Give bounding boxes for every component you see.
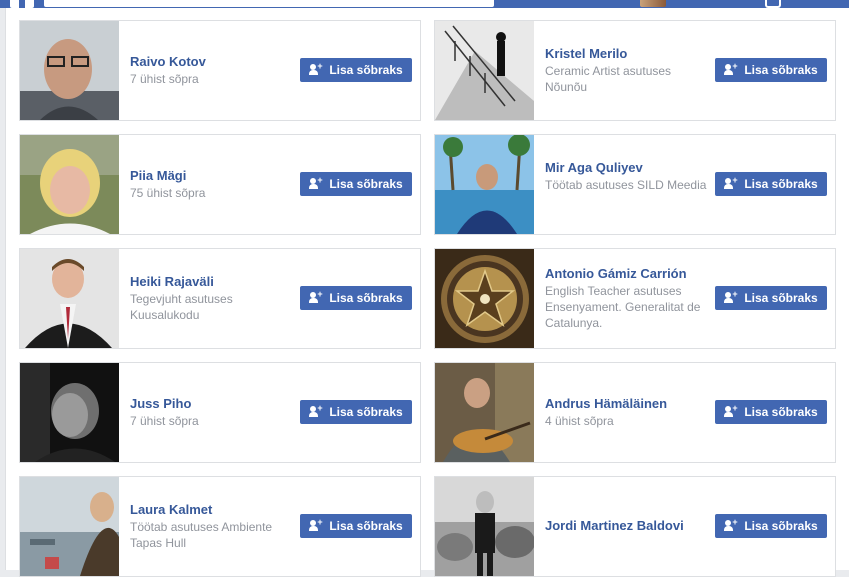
notifications-icon[interactable] bbox=[765, 0, 781, 8]
add-friend-icon: + bbox=[724, 62, 738, 76]
profile-photo[interactable] bbox=[20, 21, 119, 120]
add-friend-icon: + bbox=[309, 518, 323, 532]
add-friend-icon: + bbox=[724, 518, 738, 532]
add-friend-icon: + bbox=[309, 62, 323, 76]
person-card: Heiki Rajaväli Tegevjuht asutuses Kuusal… bbox=[19, 248, 421, 349]
add-friend-button[interactable]: + Lisa sõbraks bbox=[300, 514, 412, 538]
add-friend-button[interactable]: + Lisa sõbraks bbox=[715, 286, 827, 310]
profile-photo[interactable] bbox=[435, 21, 534, 120]
add-friend-button[interactable]: + Lisa sõbraks bbox=[300, 286, 412, 310]
person-name[interactable]: Andrus Hämäläinen bbox=[545, 396, 667, 412]
profile-photo[interactable] bbox=[20, 477, 119, 576]
person-name[interactable]: Laura Kalmet bbox=[130, 502, 212, 518]
add-friend-icon: + bbox=[724, 404, 738, 418]
person-info: 7 ühist sõpra bbox=[130, 72, 199, 86]
profile-photo[interactable] bbox=[20, 135, 119, 234]
person-name[interactable]: Kristel Merilo bbox=[545, 46, 627, 62]
person-name[interactable]: Antonio Gámiz Carrión bbox=[545, 266, 687, 282]
add-friend-label: Lisa sõbraks bbox=[744, 405, 818, 419]
add-friend-label: Lisa sõbraks bbox=[744, 177, 818, 191]
person-card: Andrus Hämäläinen 4 ühist sõpra + Lisa s… bbox=[434, 362, 836, 463]
add-friend-label: Lisa sõbraks bbox=[329, 177, 403, 191]
add-friend-icon: + bbox=[309, 290, 323, 304]
search-input[interactable] bbox=[44, 0, 494, 7]
person-info: 4 ühist sõpra bbox=[545, 414, 614, 428]
facebook-logo-icon[interactable] bbox=[10, 0, 34, 8]
person-info: 7 ühist sõpra bbox=[130, 414, 199, 428]
person-name[interactable]: Jordi Martinez Baldovi bbox=[545, 518, 684, 534]
person-card: Juss Piho 7 ühist sõpra + Lisa sõbraks bbox=[19, 362, 421, 463]
person-name[interactable]: Raivo Kotov bbox=[130, 54, 206, 70]
add-friend-button[interactable]: + Lisa sõbraks bbox=[715, 400, 827, 424]
person-name[interactable]: Heiki Rajaväli bbox=[130, 274, 214, 290]
person-info: 75 ühist sõpra bbox=[130, 186, 206, 200]
person-info: Töötab asutuses SILD Meedia bbox=[545, 178, 707, 192]
add-friend-label: Lisa sõbraks bbox=[744, 63, 818, 77]
person-card: Jordi Martinez Baldovi + Lisa sõbraks bbox=[434, 476, 836, 577]
friend-requests-icon[interactable] bbox=[808, 0, 826, 6]
person-name[interactable]: Piia Mägi bbox=[130, 168, 186, 184]
profile-photo[interactable] bbox=[435, 249, 534, 348]
add-friend-button[interactable]: + Lisa sõbraks bbox=[300, 58, 412, 82]
person-name[interactable]: Juss Piho bbox=[130, 396, 191, 412]
add-friend-button[interactable]: + Lisa sõbraks bbox=[715, 172, 827, 196]
add-friend-icon: + bbox=[309, 176, 323, 190]
add-friend-label: Lisa sõbraks bbox=[329, 291, 403, 305]
profile-photo[interactable] bbox=[435, 363, 534, 462]
person-info: Töötab asutuses Ambiente Tapas Hull bbox=[130, 520, 273, 550]
add-friend-label: Lisa sõbraks bbox=[329, 519, 403, 533]
profile-photo[interactable] bbox=[20, 363, 119, 462]
add-friend-button[interactable]: + Lisa sõbraks bbox=[715, 514, 827, 538]
person-name[interactable]: Mir Aga Quliyev bbox=[545, 160, 643, 176]
person-info: English Teacher asutuses Ensenyament. Ge… bbox=[545, 284, 701, 330]
person-info: Ceramic Artist asutuses Nõunõu bbox=[545, 64, 672, 94]
add-friend-icon: + bbox=[724, 290, 738, 304]
add-friend-button[interactable]: + Lisa sõbraks bbox=[300, 172, 412, 196]
add-friend-icon: + bbox=[724, 176, 738, 190]
people-you-may-know-panel: Raivo Kotov 7 ühist sõpra + Lisa sõbraks… bbox=[5, 8, 849, 577]
person-card: Laura Kalmet Töötab asutuses Ambiente Ta… bbox=[19, 476, 421, 577]
person-card: Antonio Gámiz Carrión English Teacher as… bbox=[434, 248, 836, 349]
add-friend-button[interactable]: + Lisa sõbraks bbox=[300, 400, 412, 424]
add-friend-icon: + bbox=[309, 404, 323, 418]
person-card: Kristel Merilo Ceramic Artist asutuses N… bbox=[434, 20, 836, 121]
person-card: Raivo Kotov 7 ühist sõpra + Lisa sõbraks bbox=[19, 20, 421, 121]
add-friend-label: Lisa sõbraks bbox=[744, 519, 818, 533]
add-friend-label: Lisa sõbraks bbox=[329, 405, 403, 419]
top-navigation-bar bbox=[0, 0, 849, 8]
profile-photo[interactable] bbox=[435, 477, 534, 576]
person-card: Piia Mägi 75 ühist sõpra + Lisa sõbraks bbox=[19, 134, 421, 235]
add-friend-button[interactable]: + Lisa sõbraks bbox=[715, 58, 827, 82]
person-card: Mir Aga Quliyev Töötab asutuses SILD Mee… bbox=[434, 134, 836, 235]
profile-photo[interactable] bbox=[435, 135, 534, 234]
add-friend-label: Lisa sõbraks bbox=[744, 291, 818, 305]
profile-photo[interactable] bbox=[20, 249, 119, 348]
add-friend-label: Lisa sõbraks bbox=[329, 63, 403, 77]
profile-avatar[interactable] bbox=[640, 0, 666, 7]
person-info: Tegevjuht asutuses Kuusalukodu bbox=[130, 292, 233, 322]
